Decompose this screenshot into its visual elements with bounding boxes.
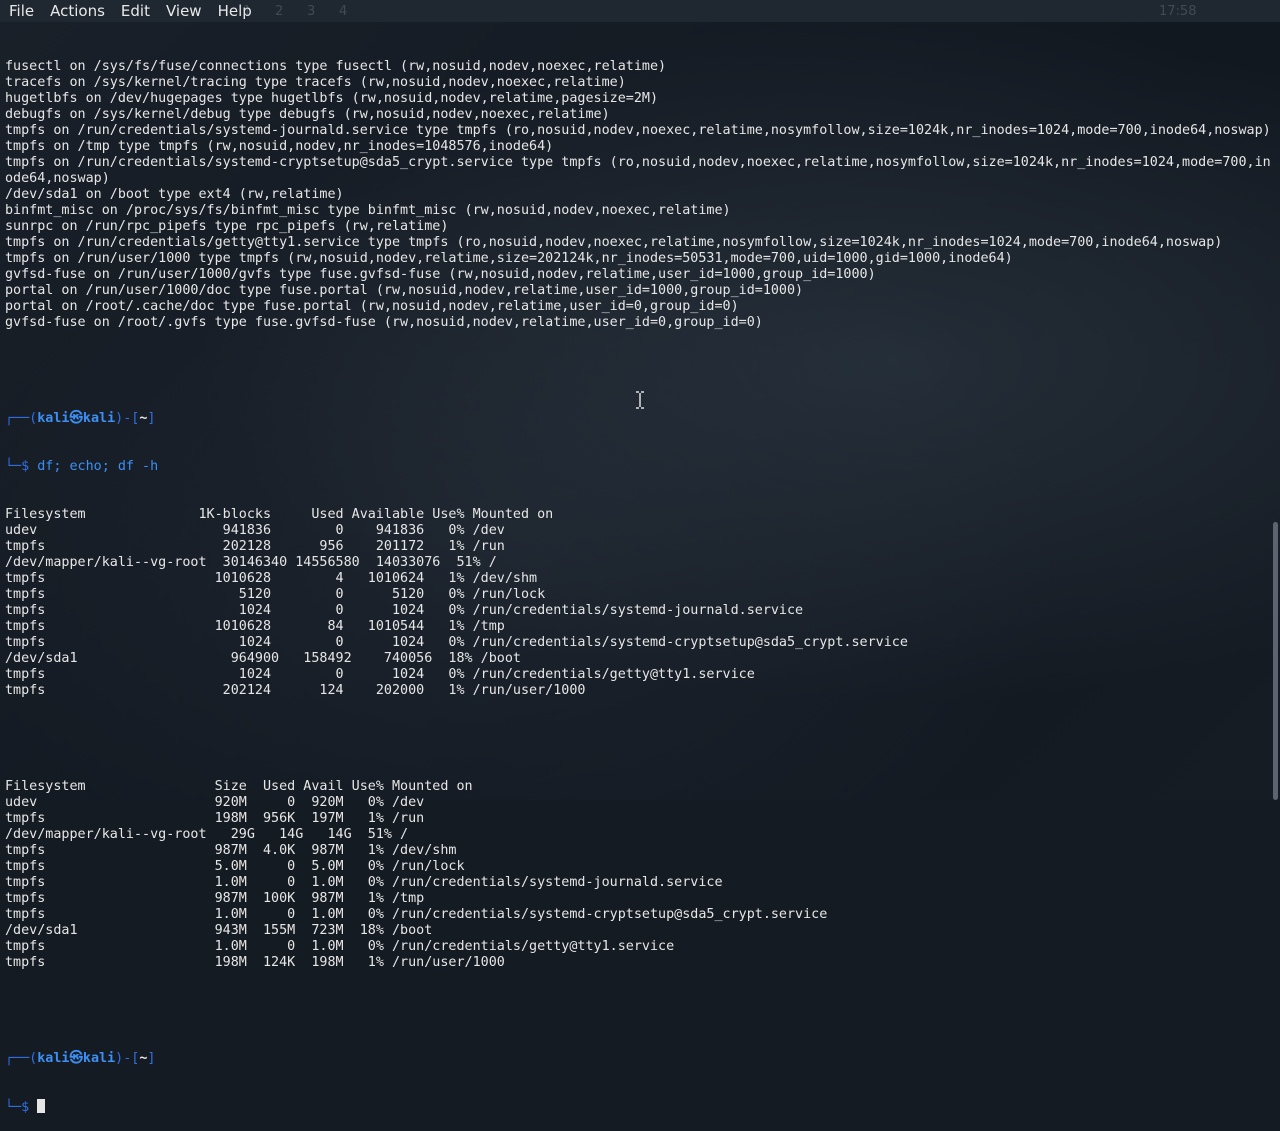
prompt-user: kali <box>37 411 70 426</box>
mount-line: /dev/sda1 on /boot type ext4 (rw,relatim… <box>5 187 344 202</box>
df-h-line: tmpfs 1.0M 0 1.0M 0% /run/credentials/ge… <box>5 939 675 954</box>
prompt-frame-top: ┌──( <box>5 411 38 426</box>
terminal-output[interactable]: fusectl on /sys/fs/fuse/connections type… <box>0 27 1273 1115</box>
df-line: tmpfs 1024 0 1024 0% /run/credentials/sy… <box>5 603 804 618</box>
menu-view[interactable]: View <box>157 0 209 22</box>
mount-line: tmpfs on /run/credentials/systemd-journa… <box>5 123 1271 138</box>
clock-label: 17:58 <box>1159 4 1197 19</box>
df-h-line: tmpfs 987M 100K 987M 1% /tmp <box>5 891 425 906</box>
mount-line: debugfs on /sys/kernel/debug type debugf… <box>5 107 610 122</box>
workspace-3-label: 3 <box>307 4 316 19</box>
command-line-2[interactable]: └─$ <box>5 1099 1273 1115</box>
df-line: tmpfs 1024 0 1024 0% /run/credentials/ge… <box>5 667 755 682</box>
mount-line: portal on /run/user/1000/doc type fuse.p… <box>5 283 804 298</box>
df-line: tmpfs 5120 0 5120 0% /run/lock <box>5 587 546 602</box>
mount-output: fusectl on /sys/fs/fuse/connections type… <box>5 59 1273 331</box>
terminal-menubar: File Actions Edit View Help 1 2 3 4 17:5… <box>0 0 1280 22</box>
scrollbar-thumb[interactable] <box>1273 522 1278 800</box>
df-h-line: tmpfs 987M 4.0K 987M 1% /dev/shm <box>5 843 457 858</box>
df-h-line: Filesystem Size Used Avail Use% Mounted … <box>5 779 473 794</box>
mount-line: tmpfs on /run/credentials/getty@tty1.ser… <box>5 235 1223 250</box>
prompt-cwd: ~ <box>139 1051 148 1066</box>
df-h-line: udev 920M 0 920M 0% /dev <box>5 795 425 810</box>
mount-line: tmpfs on /run/credentials/systemd-crypts… <box>5 155 1271 170</box>
ibeam-cursor-icon <box>636 391 644 409</box>
mount-line: tracefs on /sys/kernel/tracing type trac… <box>5 75 626 90</box>
mount-line: portal on /root/.cache/doc type fuse.por… <box>5 299 739 314</box>
mount-line: fusectl on /sys/fs/fuse/connections type… <box>5 59 667 74</box>
df-h-line: /dev/sda1 943M 155M 723M 18% /boot <box>5 923 433 938</box>
mount-line: tmpfs on /run/user/1000 type tmpfs (rw,n… <box>5 251 1013 266</box>
df-line: udev 941836 0 941836 0% /dev <box>5 523 505 538</box>
prompt-host: kali <box>82 411 116 426</box>
workspace-1-label: 1 <box>243 4 252 19</box>
text-cursor <box>37 1099 46 1113</box>
df-line: tmpfs 202128 956 201172 1% /run <box>5 539 505 554</box>
df-line: tmpfs 202124 124 202000 1% /run/user/100… <box>5 683 586 698</box>
workspace-2-label: 2 <box>275 4 284 19</box>
mount-line: gvfsd-fuse on /run/user/1000/gvfs type f… <box>5 267 876 282</box>
df-h-line: tmpfs 1.0M 0 1.0M 0% /run/credentials/sy… <box>5 907 828 922</box>
df-line: Filesystem 1K-blocks Used Available Use%… <box>5 507 554 522</box>
df-h-line: tmpfs 198M 124K 198M 1% /run/user/1000 <box>5 955 505 970</box>
mount-line: ode64,noswap) <box>5 171 110 186</box>
df-line: tmpfs 1010628 84 1010544 1% /tmp <box>5 619 505 634</box>
df-h-output: Filesystem Size Used Avail Use% Mounted … <box>5 779 1273 971</box>
command-line-1: └─$ df; echo; df -h <box>5 459 1273 475</box>
mount-line: binfmt_misc on /proc/sys/fs/binfmt_misc … <box>5 203 731 218</box>
menu-file[interactable]: File <box>0 0 41 22</box>
df-line: /dev/sda1 964900 158492 740056 18% /boot <box>5 651 521 666</box>
df-h-line: tmpfs 5.0M 0 5.0M 0% /run/lock <box>5 859 465 874</box>
df-line: tmpfs 1024 0 1024 0% /run/credentials/sy… <box>5 635 908 650</box>
prompt-line-1: ┌──(kali㉿kali)-[~] <box>5 411 156 426</box>
menu-edit[interactable]: Edit <box>112 0 157 22</box>
prompt-line-2: ┌──(kali㉿kali)-[~] <box>5 1051 156 1066</box>
prompt-frame-bottom: └─$ <box>5 459 38 474</box>
df-output: Filesystem 1K-blocks Used Available Use%… <box>5 507 1273 699</box>
df-h-line: tmpfs 198M 956K 197M 1% /run <box>5 811 425 826</box>
prompt-host: kali <box>82 1051 116 1066</box>
command-text: df; echo; df -h <box>37 459 159 474</box>
df-h-line: /dev/mapper/kali--vg-root 29G 14G 14G 51… <box>5 827 409 842</box>
prompt-at: ㉿ <box>69 411 83 426</box>
menu-actions[interactable]: Actions <box>41 0 112 22</box>
df-h-line: tmpfs 1.0M 0 1.0M 0% /run/credentials/sy… <box>5 875 723 890</box>
df-line: tmpfs 1010628 4 1010624 1% /dev/shm <box>5 571 538 586</box>
df-line: /dev/mapper/kali--vg-root 30146340 14556… <box>5 555 497 570</box>
prompt-user: kali <box>37 1051 70 1066</box>
prompt-at: ㉿ <box>69 1051 83 1066</box>
mount-line: sunrpc on /run/rpc_pipefs type rpc_pipef… <box>5 219 449 234</box>
terminal-scrollbar[interactable] <box>1270 22 1280 800</box>
mount-line: tmpfs on /tmp type tmpfs (rw,nosuid,node… <box>5 139 554 154</box>
mount-line: gvfsd-fuse on /root/.gvfs type fuse.gvfs… <box>5 315 763 330</box>
mount-line: hugetlbfs on /dev/hugepages type hugetlb… <box>5 91 659 106</box>
workspace-4-label: 4 <box>339 4 348 19</box>
